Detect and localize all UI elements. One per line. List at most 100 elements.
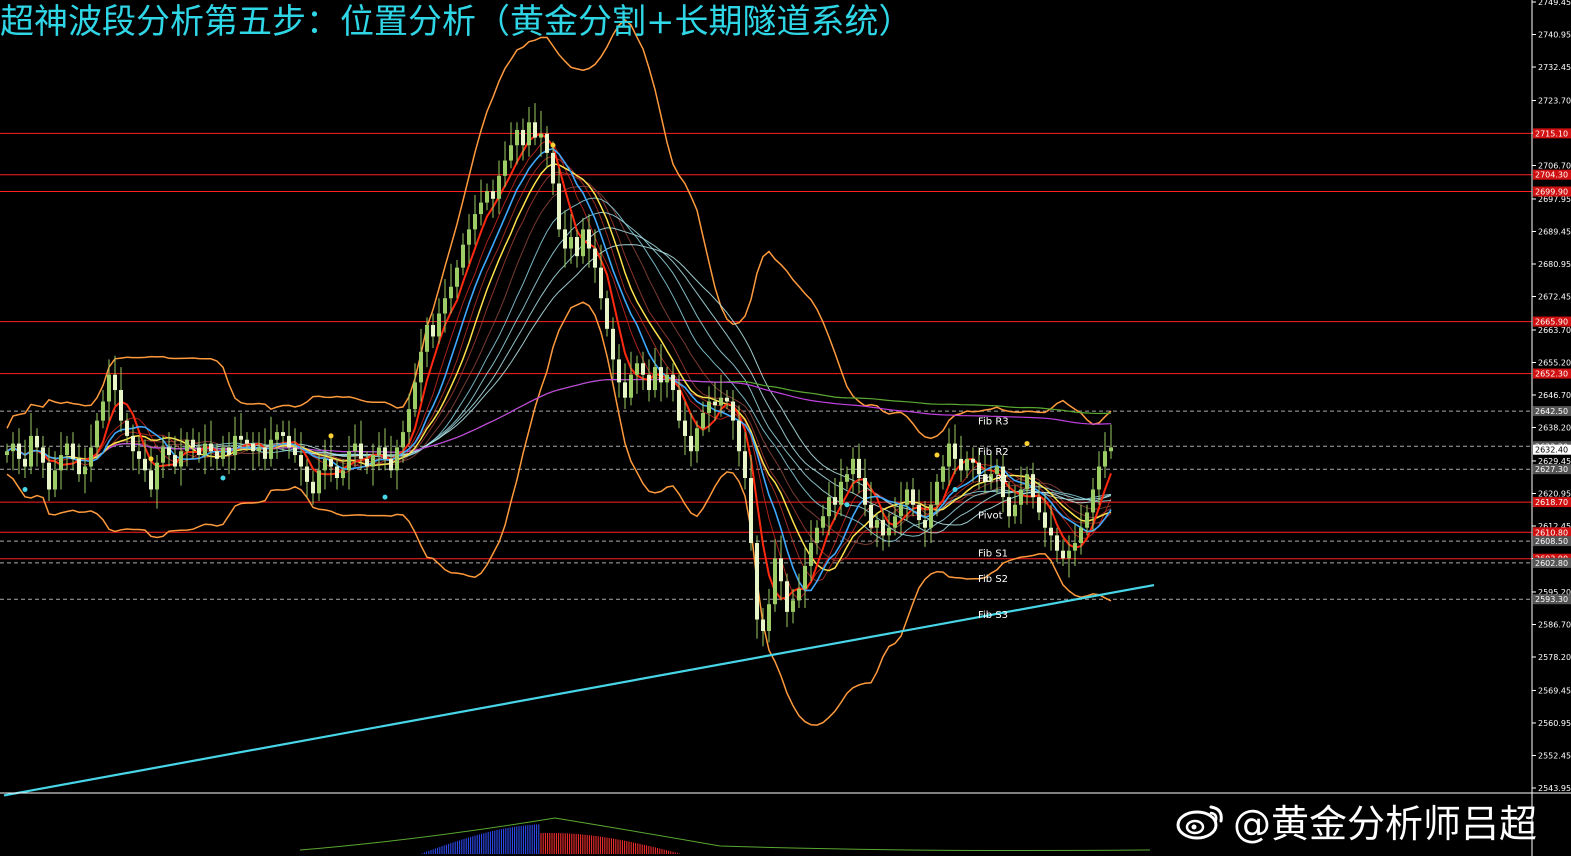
y-tick-label: 2689.45	[1538, 227, 1571, 236]
candle-body	[701, 412, 705, 429]
candle-body	[281, 432, 285, 436]
candle-body	[869, 504, 873, 528]
candle-body	[455, 267, 459, 287]
candle-body	[647, 374, 651, 391]
candle-body	[803, 565, 807, 589]
signal-dot	[220, 475, 226, 481]
candle-body	[893, 516, 897, 528]
fib-label: Fib S1	[978, 549, 1008, 560]
candle-body	[941, 466, 945, 482]
candle-body	[761, 619, 765, 631]
candle-body	[605, 298, 609, 329]
candle-body	[245, 439, 249, 444]
level-price-label: 2665.90	[1535, 318, 1568, 327]
candle-body	[881, 520, 885, 536]
candle-body	[875, 520, 879, 528]
y-tick-label: 2732.45	[1538, 63, 1571, 72]
candle-body	[413, 382, 417, 410]
y-tick-label: 2680.95	[1538, 260, 1571, 269]
candle-body	[533, 122, 537, 138]
candle-body	[461, 244, 465, 268]
candle-body	[665, 374, 669, 383]
candle-body	[503, 160, 507, 176]
fib-label: Fib S3	[978, 610, 1008, 621]
level-price-label: 2593.30	[1535, 595, 1568, 604]
candle-body	[785, 581, 789, 612]
candle-body	[971, 458, 975, 463]
signal-dot	[22, 486, 28, 492]
candle-body	[377, 447, 381, 456]
candle-body	[191, 439, 195, 448]
candle-body	[1061, 550, 1065, 559]
candle-body	[11, 443, 15, 452]
candle-body	[689, 435, 693, 452]
candle-body	[431, 325, 435, 337]
candle-body	[515, 129, 519, 146]
candle-body	[635, 363, 639, 375]
candle-body	[233, 435, 237, 456]
candle-body	[1031, 474, 1035, 498]
candle-body	[965, 458, 969, 471]
candle-body	[323, 458, 327, 471]
candle-body	[1067, 550, 1071, 559]
candle-body	[887, 527, 891, 536]
candle-body	[707, 401, 711, 413]
fib-label: Fib S2	[978, 574, 1008, 585]
candle-body	[173, 455, 177, 467]
y-tick-label: 2723.70	[1538, 96, 1571, 105]
candle-body	[17, 443, 21, 459]
candle-body	[263, 447, 267, 459]
candle-body	[59, 455, 63, 471]
signal-dot	[328, 433, 334, 439]
candle-body	[311, 481, 315, 494]
candle-body	[5, 451, 9, 456]
level-price-label: 2652.30	[1535, 370, 1568, 379]
candle-body	[953, 443, 957, 459]
signal-dot	[382, 494, 388, 500]
page-title: 超神波段分析第五步：位置分析（黄金分割+长期隧道系统）	[0, 2, 913, 42]
candle-body	[1055, 535, 1059, 551]
candle-body	[1025, 474, 1029, 490]
candle-body	[551, 152, 555, 184]
candle-body	[587, 229, 591, 249]
candle-body	[47, 462, 51, 490]
level-price-label: 2627.30	[1535, 465, 1568, 474]
signal-dot	[1024, 441, 1030, 447]
candle-body	[641, 363, 645, 375]
candle-body	[653, 367, 657, 391]
level-price-label: 2715.10	[1535, 129, 1568, 138]
candle-body	[473, 214, 477, 230]
candle-body	[923, 520, 927, 528]
candle-body	[749, 477, 753, 544]
candle-body	[599, 267, 603, 299]
candle-body	[365, 458, 369, 467]
candle-body	[833, 497, 837, 505]
chart-background	[0, 0, 1571, 856]
candle-body	[185, 439, 189, 452]
candle-body	[407, 409, 411, 433]
candle-body	[845, 474, 849, 482]
candle-body	[839, 481, 843, 505]
candle-body	[821, 516, 825, 528]
level-price-label: 2699.90	[1535, 188, 1568, 197]
candle-body	[1109, 447, 1113, 452]
candle-body	[905, 489, 909, 505]
candle-body	[71, 443, 75, 459]
candle-body	[125, 420, 129, 436]
candle-body	[851, 458, 855, 475]
candle-body	[755, 543, 759, 620]
candle-body	[299, 455, 303, 467]
candle-body	[467, 229, 471, 245]
candle-body	[287, 435, 291, 448]
candle-body	[341, 470, 345, 478]
y-tick-label: 2552.45	[1538, 751, 1571, 760]
candle-body	[671, 374, 675, 391]
candle-body	[239, 435, 243, 440]
candle-body	[791, 600, 795, 612]
candle-body	[437, 313, 441, 337]
candle-body	[929, 504, 933, 528]
y-tick-label: 2655.20	[1538, 358, 1571, 367]
watermark: @黄金分析师吕超	[1175, 793, 1537, 848]
candle-body	[347, 451, 351, 471]
candle-body	[161, 447, 165, 463]
